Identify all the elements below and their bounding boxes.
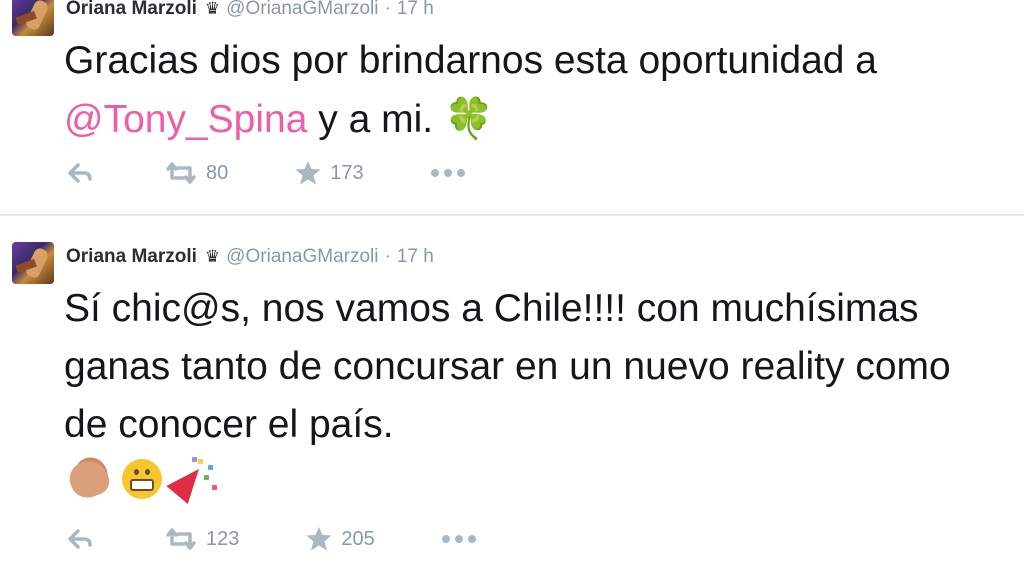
retweet-icon [166,162,196,184]
reply-button[interactable] [66,528,94,550]
retweet-button[interactable]: 80 [164,161,228,185]
separator: · [384,0,391,19]
more-button[interactable] [441,533,477,545]
author-name[interactable]: Oriana Marzoli [66,246,197,268]
tweet: Oriana Marzoli ♛ @OrianaGMarzoli · 17 h … [0,232,1024,576]
tweet-text: Sí chic@s, nos vamos a Chile!!!! con muc… [64,287,951,446]
more-icon [441,535,476,543]
retweet-count: 80 [206,161,229,184]
tweet-text-part: y a mi. [307,98,444,141]
tweet: Oriana Marzoli ♛ @OrianaGMarzoli · 17 h … [0,0,1024,216]
party-popper-icon [166,455,218,505]
four-leaf-clover-icon: 🍀 [443,96,494,142]
author-handle[interactable]: @OrianaGMarzoli [226,246,378,268]
avatar[interactable] [12,0,54,36]
grinning-face-icon [118,455,166,503]
more-button[interactable] [430,167,466,179]
timestamp[interactable]: 17 h [397,246,434,268]
tweet-actions: 80 173 [66,158,466,188]
favorite-button[interactable]: 205 [305,526,375,552]
tweet-actions: 123 205 [66,524,477,554]
separator: · [384,246,391,267]
timestamp[interactable]: 17 h [397,0,434,20]
retweet-icon [166,528,196,550]
author-name[interactable]: Oriana Marzoli [66,0,197,20]
star-icon [295,161,321,185]
tweet-text: Gracias dios por brindarnos esta oportun… [64,32,1004,149]
reply-icon [68,163,92,183]
star-icon [306,527,332,551]
favorite-count: 173 [330,161,364,184]
tweet-header: Oriana Marzoli ♛ @OrianaGMarzoli · 17 h [66,0,434,22]
reply-icon [68,529,92,549]
retweet-count: 123 [206,527,240,550]
clapping-hands-icon [64,451,114,503]
crown-icon: ♛ [204,0,221,18]
favorite-button[interactable]: 173 [294,160,364,186]
author-handle[interactable]: @OrianaGMarzoli [226,0,378,20]
mention-link[interactable]: @Tony_Spina [64,98,307,141]
more-icon [430,169,465,177]
retweet-button[interactable]: 123 [164,527,239,551]
crown-icon: ♛ [204,247,221,266]
emoji-row [64,451,218,505]
tweet-header: Oriana Marzoli ♛ @OrianaGMarzoli · 17 h [66,244,434,270]
tweet-divider [0,214,1024,216]
reply-button[interactable] [66,162,94,184]
favorite-count: 205 [341,527,375,550]
avatar[interactable] [12,242,54,284]
tweet-text-part: Gracias dios por brindarnos esta oportun… [64,39,877,82]
